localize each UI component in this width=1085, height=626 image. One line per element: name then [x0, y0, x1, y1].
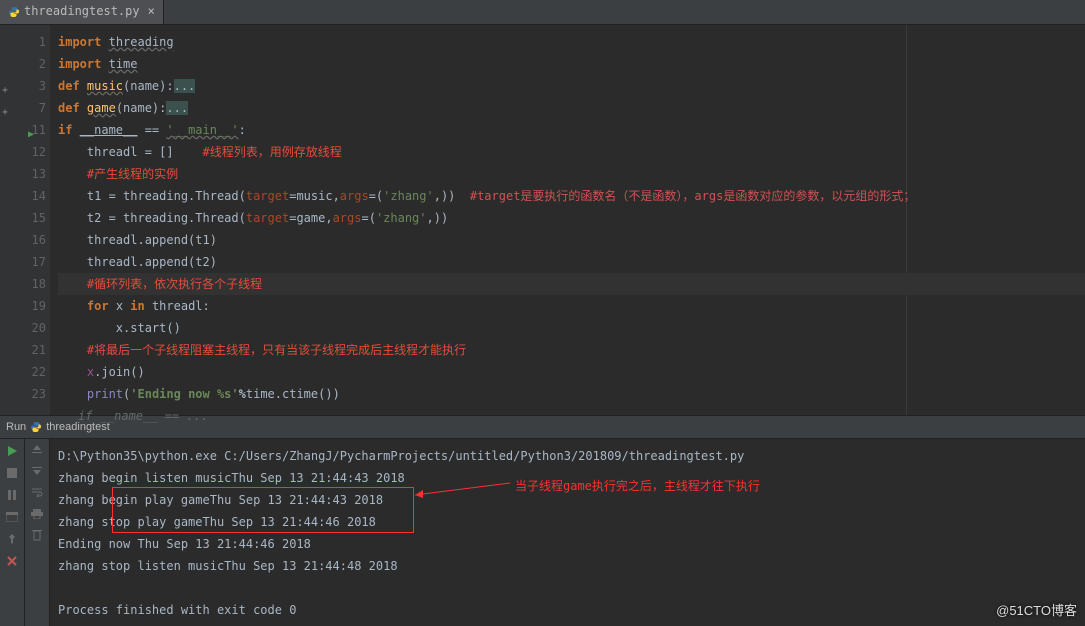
annotation-text: 当子线程game执行完之后，主线程才往下执行	[515, 479, 760, 495]
console-line: Process finished with exit code 0	[58, 599, 1085, 621]
line-number: 16	[22, 229, 46, 251]
restore-layout-icon[interactable]	[4, 509, 20, 525]
line-number: 15	[22, 207, 46, 229]
line-number: 14	[22, 185, 46, 207]
line-number: 21	[22, 339, 46, 361]
watermark: @51CTO博客	[996, 603, 1077, 620]
file-tab-label: threadingtest.py	[24, 4, 140, 20]
annotation-arrow-icon	[415, 471, 515, 501]
editor-gutter: 1 2 +3 +7 ▶11 12 13 14 15 16 17 18 19 20…	[0, 25, 50, 415]
line-number: 3	[22, 75, 46, 97]
rerun-icon[interactable]	[4, 443, 20, 459]
editor-tab-bar: threadingtest.py ×	[0, 0, 1085, 25]
pause-icon[interactable]	[4, 487, 20, 503]
line-number: 19	[22, 295, 46, 317]
file-tab[interactable]: threadingtest.py ×	[0, 0, 164, 24]
line-number: 22	[22, 361, 46, 383]
console-line: zhang stop listen musicThu Sep 13 21:44:…	[58, 555, 1085, 577]
code-content[interactable]: import threading import time def music(n…	[50, 25, 1085, 415]
line-number: 1	[22, 31, 46, 53]
close-icon[interactable]	[4, 553, 20, 569]
console-line: zhang stop play gameThu Sep 13 21:44:46 …	[58, 511, 1085, 533]
console-line: Ending now Thu Sep 13 21:44:46 2018	[58, 533, 1085, 555]
console-toolbar-left	[0, 439, 25, 626]
close-tab-icon[interactable]: ×	[148, 4, 155, 20]
line-number: 2	[22, 53, 46, 75]
clear-icon[interactable]	[32, 529, 42, 546]
breadcrumb[interactable]: if __name__ == ...	[58, 405, 1085, 427]
line-number: 13	[22, 163, 46, 185]
scroll-up-icon[interactable]	[32, 443, 42, 459]
console-line	[58, 577, 1085, 599]
editor-area[interactable]: 1 2 +3 +7 ▶11 12 13 14 15 16 17 18 19 20…	[0, 25, 1085, 415]
console-toolbar-right	[25, 439, 50, 626]
scroll-down-icon[interactable]	[32, 465, 42, 481]
soft-wrap-icon[interactable]	[31, 486, 43, 502]
line-number: 7	[22, 97, 46, 119]
python-icon	[8, 6, 20, 18]
stop-icon[interactable]	[4, 465, 20, 481]
line-number: 17	[22, 251, 46, 273]
console-panel: D:\Python35\python.exe C:/Users/ZhangJ/P…	[0, 439, 1085, 626]
line-number: 20	[22, 317, 46, 339]
console-output[interactable]: D:\Python35\python.exe C:/Users/ZhangJ/P…	[50, 439, 1085, 626]
console-line: D:\Python35\python.exe C:/Users/ZhangJ/P…	[58, 449, 744, 463]
line-number: 12	[22, 141, 46, 163]
print-icon[interactable]	[31, 508, 43, 524]
line-number: 23	[22, 383, 46, 405]
line-number: 18	[22, 273, 46, 295]
pin-icon[interactable]	[4, 531, 20, 547]
